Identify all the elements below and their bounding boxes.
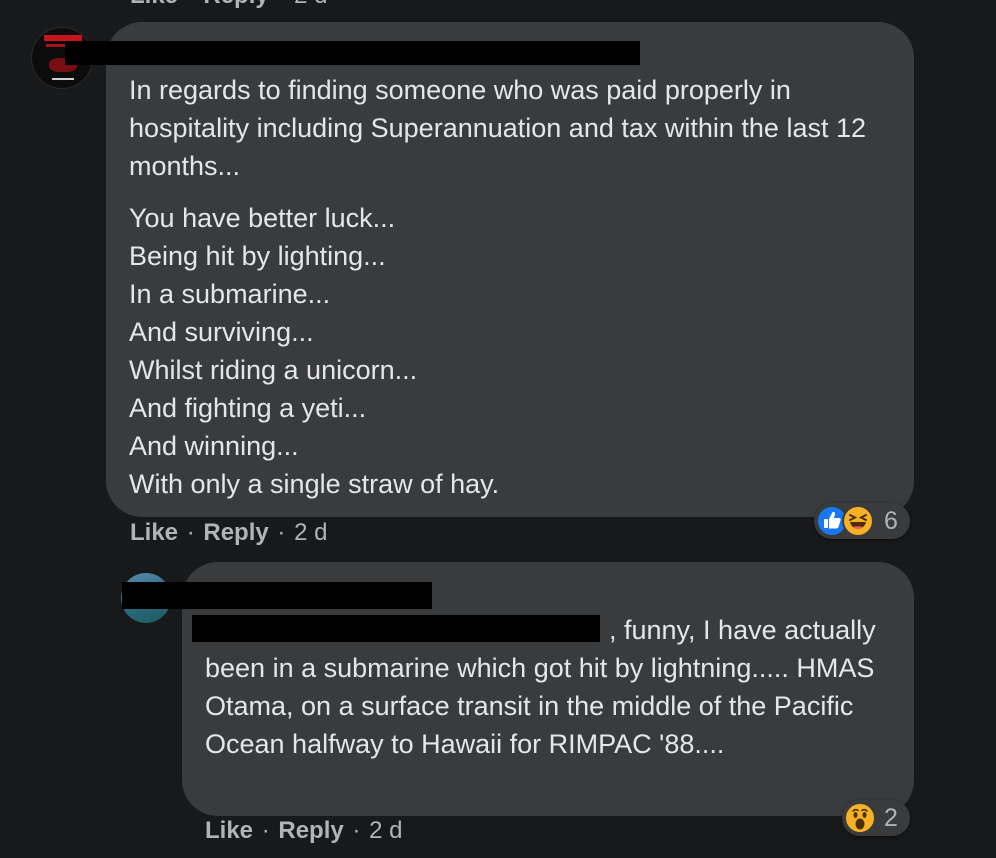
comment-actions: Like · Reply · 2 d xyxy=(130,519,327,547)
separator: · xyxy=(352,817,361,844)
comment-line: And winning... xyxy=(129,431,299,461)
comment-line: Being hit by lighting... xyxy=(129,241,386,271)
like-button[interactable]: Like xyxy=(205,817,253,844)
comment-actions: Like · Reply · 2 d xyxy=(205,817,402,845)
comment-text: In regards to finding someone who was pa… xyxy=(129,71,899,503)
comment-line: And fighting a yeti... xyxy=(129,393,367,423)
comments-thread: Like · Reply · 2 d In regards to finding… xyxy=(0,0,996,858)
separator: · xyxy=(277,519,286,546)
timestamp[interactable]: 2 d xyxy=(294,0,327,9)
reply-button[interactable]: Reply xyxy=(278,817,343,844)
comment-line: You have better luck... xyxy=(129,203,396,233)
separator: · xyxy=(275,0,287,9)
like-button[interactable]: Like xyxy=(130,0,178,9)
like-button[interactable]: Like xyxy=(130,519,178,546)
wow-icon xyxy=(844,802,876,834)
redacted-author-name xyxy=(122,582,432,609)
separator: · xyxy=(261,817,270,844)
comment-text: , funny, I have actually been in a subma… xyxy=(205,611,895,763)
comment-line: In a submarine... xyxy=(129,279,331,309)
reaction-count: 6 xyxy=(884,507,898,535)
reply-button[interactable]: Reply xyxy=(203,0,268,9)
comment-line: And surviving... xyxy=(129,317,314,347)
separator: · xyxy=(186,519,195,546)
haha-icon xyxy=(842,505,874,537)
reply-button[interactable]: Reply xyxy=(203,519,268,546)
previous-comment-actions: Like · Reply · 2 d xyxy=(130,0,327,10)
redacted-author-name xyxy=(65,41,640,65)
reaction-count: 2 xyxy=(884,804,898,832)
avatar-graphic xyxy=(52,78,74,80)
comment-line: Whilst riding a unicorn... xyxy=(129,355,418,385)
timestamp[interactable]: 2 d xyxy=(294,519,327,546)
comment-paragraph: You have better luck... Being hit by lig… xyxy=(129,199,899,503)
separator: · xyxy=(185,0,197,9)
reactions-summary[interactable]: 2 xyxy=(842,800,910,836)
comment-paragraph: , funny, I have actually been in a subma… xyxy=(205,615,876,759)
reactions-summary[interactable]: 6 xyxy=(814,503,910,539)
comment-paragraph: In regards to finding someone who was pa… xyxy=(129,75,866,181)
comment-line: With only a single straw of hay. xyxy=(129,469,500,499)
timestamp[interactable]: 2 d xyxy=(369,817,402,844)
